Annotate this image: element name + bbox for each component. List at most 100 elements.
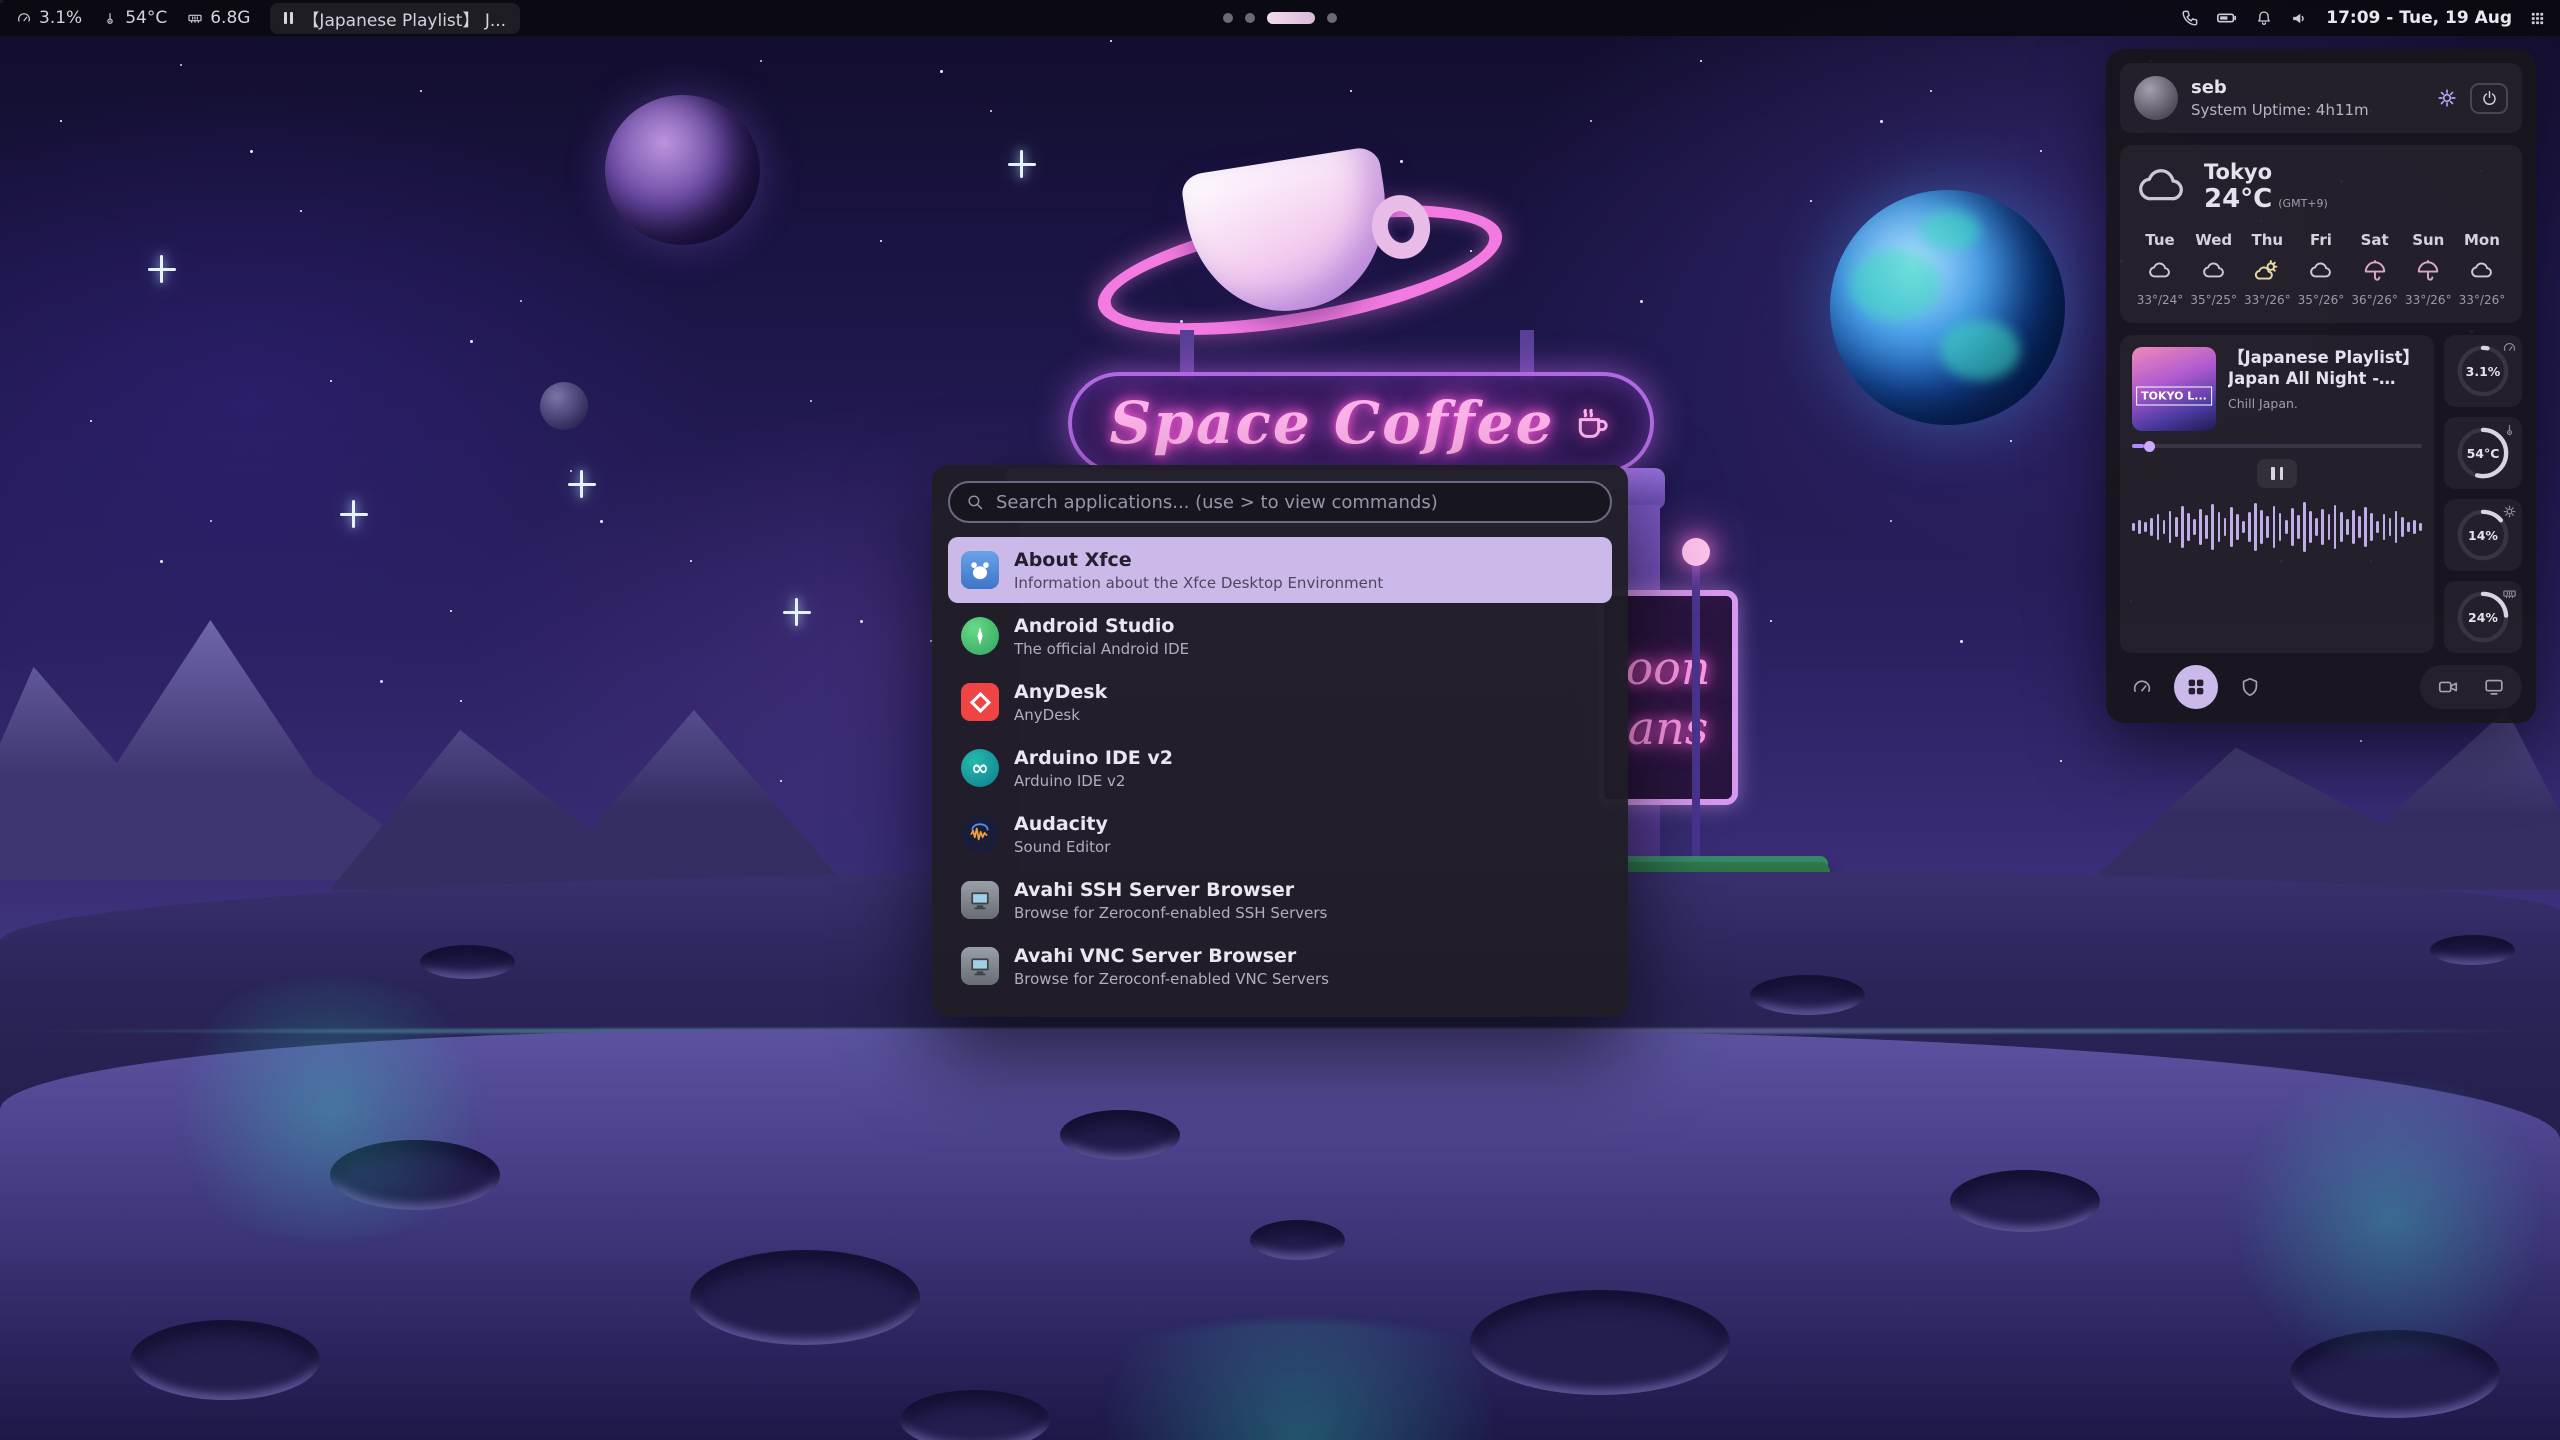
screen-record-button[interactable] xyxy=(2428,667,2468,707)
memory-value: 6.8G xyxy=(210,8,250,28)
album-art: TOKYO L... xyxy=(2132,347,2216,431)
workspace-dot-4[interactable] xyxy=(1327,13,1337,23)
uptime: System Uptime: 4h11m xyxy=(2191,101,2369,119)
weather-card: Tokyo 24°C (GMT+9) Tue 33°/24° Wed 35°/2… xyxy=(2120,145,2522,323)
coffee-cup-icon xyxy=(1572,403,1612,443)
workspace-indicator xyxy=(1223,0,1337,36)
seek-bar[interactable] xyxy=(2132,444,2422,448)
app-list: About XfceInformation about the Xfce Des… xyxy=(948,537,1612,999)
temperature-value: 54°C xyxy=(125,8,167,28)
launcher-search[interactable] xyxy=(948,481,1612,523)
clock[interactable]: 17:09 - Tue, 19 Aug xyxy=(2326,8,2512,28)
app-launcher: About XfceInformation about the Xfce Des… xyxy=(932,465,1628,1017)
sparkle-star xyxy=(1020,150,1023,178)
track-title: 【Japanese Playlist】 Japan All Night - To… xyxy=(2228,347,2422,390)
gear-icon xyxy=(2436,87,2458,109)
weather-city: Tokyo xyxy=(2204,160,2328,184)
thermometer-icon xyxy=(102,10,118,26)
list-item-anydesk[interactable]: AnyDeskAnyDesk xyxy=(948,669,1612,735)
crater xyxy=(1250,1220,1345,1260)
now-playing-chip[interactable]: 【Japanese Playlist】 J... xyxy=(270,3,520,34)
earth-planet xyxy=(1830,190,2065,425)
display-button[interactable] xyxy=(2474,667,2514,707)
control-panel: seb System Uptime: 4h11m Tokyo 24°C (GMT… xyxy=(2106,49,2536,723)
audacity-icon xyxy=(961,815,999,853)
pause-button[interactable] xyxy=(2257,459,2297,488)
system-gauges: 3.1% 54°C 14% 24% xyxy=(2444,335,2522,653)
crater xyxy=(690,1250,920,1345)
apps-grid-icon[interactable] xyxy=(2529,10,2546,27)
monitor-icon xyxy=(961,947,999,985)
forecast-day: Sat 36°/26° xyxy=(2349,231,2401,307)
sparkle-star xyxy=(795,598,798,626)
volume-icon[interactable] xyxy=(2290,9,2309,28)
album-art-label: TOKYO L... xyxy=(2136,386,2212,405)
memory-icon xyxy=(187,10,203,26)
media-player-card: TOKYO L... 【Japanese Playlist】 Japan All… xyxy=(2120,335,2434,653)
mountains xyxy=(2080,700,2560,890)
temperature-indicator: 54°C xyxy=(102,8,167,28)
pause-icon xyxy=(284,12,293,24)
crater xyxy=(1950,1170,2100,1232)
forecast-row: Tue 33°/24° Wed 35°/25° Thu 33°/26° Fri xyxy=(2134,231,2508,307)
shield-icon xyxy=(2239,676,2261,698)
phone-icon[interactable] xyxy=(2180,9,2199,28)
workspace-dot-2[interactable] xyxy=(1245,13,1255,23)
cpu-indicator: 3.1% xyxy=(16,8,82,28)
workspace-active-pill[interactable] xyxy=(1267,12,1315,24)
power-button[interactable] xyxy=(2470,83,2508,114)
crater xyxy=(2430,935,2515,965)
crater xyxy=(1750,975,1865,1015)
bell-icon[interactable] xyxy=(2255,9,2273,27)
capture-buttons xyxy=(2420,665,2522,709)
workspace-dot-1[interactable] xyxy=(1223,13,1233,23)
waveform xyxy=(2132,498,2422,556)
list-item-audacity[interactable]: AudacitySound Editor xyxy=(948,801,1612,867)
list-item-about-xfce[interactable]: About XfceInformation about the Xfce Des… xyxy=(948,537,1612,603)
weather-temp: 24°C xyxy=(2204,184,2272,214)
user-card: seb System Uptime: 4h11m xyxy=(2120,63,2522,133)
temperature-gauge: 54°C xyxy=(2444,417,2522,489)
cpu-gauge-icon xyxy=(16,10,32,26)
top-bar: 3.1% 54°C 6.8G 【Japanese Playlist】 J... xyxy=(0,0,2560,36)
memory-indicator: 6.8G xyxy=(187,8,250,28)
list-item-arduino[interactable]: ∞ Arduino IDE v2Arduino IDE v2 xyxy=(948,735,1612,801)
weather-icon xyxy=(2201,258,2227,284)
weather-icon xyxy=(2308,258,2334,284)
forecast-day: Fri 35°/26° xyxy=(2295,231,2347,307)
weather-icon xyxy=(2415,258,2441,284)
avatar xyxy=(2134,76,2178,120)
space-coffee-sign: Space Coffee xyxy=(1068,372,1654,474)
sign-text: Space Coffee xyxy=(1110,389,1555,457)
weather-icon xyxy=(2469,258,2495,284)
arduino-icon: ∞ xyxy=(961,749,999,787)
speedometer-icon xyxy=(2131,676,2153,698)
cpu-value: 3.1% xyxy=(39,8,82,28)
forecast-day: Thu 33°/26° xyxy=(2241,231,2293,307)
search-icon xyxy=(966,493,985,512)
username: seb xyxy=(2191,77,2369,98)
monitor-icon xyxy=(961,881,999,919)
crater xyxy=(420,945,515,979)
shield-button[interactable] xyxy=(2228,665,2272,709)
seek-knob[interactable] xyxy=(2144,441,2155,452)
list-item-android-studio[interactable]: Android StudioThe official Android IDE xyxy=(948,603,1612,669)
forecast-day: Mon 33°/26° xyxy=(2456,231,2508,307)
dashboard-button[interactable] xyxy=(2120,665,2164,709)
anydesk-icon xyxy=(961,683,999,721)
forecast-day: Tue 33°/24° xyxy=(2134,231,2186,307)
settings-button[interactable] xyxy=(2436,87,2458,109)
android-studio-icon xyxy=(961,617,999,655)
track-artist: Chill Japan. xyxy=(2228,396,2422,411)
weather-cloud-icon xyxy=(2134,159,2190,215)
list-item-avahi-vnc[interactable]: Avahi VNC Server BrowserBrowse for Zeroc… xyxy=(948,933,1612,999)
panel-buttons xyxy=(2120,665,2522,709)
crater xyxy=(130,1320,320,1400)
disk-gauge: 24% xyxy=(2444,581,2522,653)
list-item-avahi-ssh[interactable]: Avahi SSH Server BrowserBrowse for Zeroc… xyxy=(948,867,1612,933)
battery-icon[interactable] xyxy=(2216,7,2238,29)
now-playing-text: 【Japanese Playlist】 J... xyxy=(302,6,506,31)
search-input[interactable] xyxy=(996,492,1594,513)
forecast-day: Wed 35°/25° xyxy=(2188,231,2240,307)
apps-button[interactable] xyxy=(2174,665,2218,709)
